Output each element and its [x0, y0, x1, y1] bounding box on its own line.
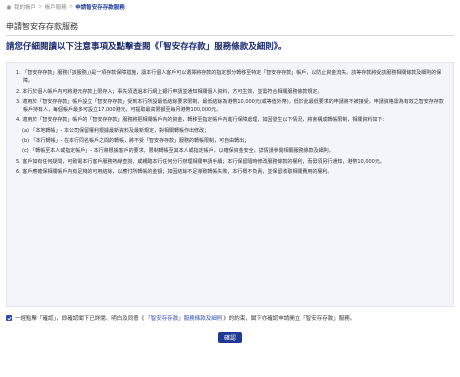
home-icon[interactable]	[6, 4, 12, 10]
confirm-container: 確認	[0, 332, 460, 343]
term-paragraph: 3. 適用於「智安存存款」帳戶設立「智安存存款」受到本行所設最低結餘要求限制，最…	[16, 98, 444, 114]
agreement-row: 一經點擊「確認」，即確認閣下已詳閱、明白及同意《 「智安存存款」服務條款及細則 …	[6, 314, 460, 322]
title-divider	[6, 35, 454, 36]
breadcrumb-item-my-account[interactable]: 我的帳戶	[14, 3, 36, 11]
term-sub-item: (b) 「本行轉帳」- 在本行同名帳戶之間的轉帳，將不受「智安存存款」服務的轉帳…	[22, 138, 250, 145]
confirm-button[interactable]: 確認	[218, 332, 242, 343]
breadcrumb-item-account-services[interactable]: 帳戶服務	[45, 3, 67, 11]
terms-panel[interactable]: 1. 「智安存存款」服務(「該服務」)是一項存款保障措施，讓本行個人客戶可以選擇…	[6, 62, 454, 307]
term-paragraph: 4. 適用於「智安存存款」帳戶的「智安存存款」服務將把相關帳戶內的資金，轉移至指…	[16, 117, 388, 124]
breadcrumb-item-current: 申請智安存存款服務	[75, 5, 125, 11]
breadcrumb: 我的帳戶 > 帳戶服務 > 申請智安存存款服務	[0, 0, 460, 13]
notice-heading: 請您仔細閱讀以下注意事項及點擊查閱《「智安存存款」服務條款及細則》。	[6, 42, 287, 52]
agreement-text-prefix: 一經點擊「確認」，即確認閣下已詳閱、明白及同意《	[15, 316, 145, 322]
agreement-text-suffix: 》的約束，閣下亦確認申請開立「智安存存款」服務。	[223, 316, 356, 322]
term-sub-item: (c) 「轉帳至本人或指定帳戶」- 本行將根據客戶的要求，限制轉帳至其本人或指定…	[22, 148, 334, 155]
term-paragraph: 5. 客戶如有任何疑問，可致電本行客戶服務熱線查詢，或親臨本行任何分行辦理相關申…	[16, 158, 385, 165]
term-paragraph: 2. 本行於個人帳戶內可將港元存款上限存入；事先須透過本行網上銀行申請並通知相關…	[16, 88, 323, 95]
agree-checkbox[interactable]	[6, 315, 12, 321]
chevron-right-icon: >	[38, 4, 43, 10]
chevron-right-icon: >	[68, 4, 74, 10]
term-paragraph: 6. 客戶應確保相關帳戶內有足夠的可用結餘，以應付所轉帳的金額；如因結餘不足導致…	[16, 168, 333, 175]
checkmark-icon	[6, 316, 12, 320]
term-paragraph: 1. 「智安存存款」服務(「該服務」)是一項存款保障措施，讓本行個人客戶可以選擇…	[16, 70, 442, 85]
term-sub-item: (a) 「本地轉帳」- 本公司保留權利根據最新資料及最新規定，對相關轉帳作出修改…	[22, 127, 209, 134]
terms-link[interactable]: 「智安存存款」服務條款及細則	[145, 314, 222, 322]
page-title: 申請智安存存款服務	[6, 22, 78, 31]
